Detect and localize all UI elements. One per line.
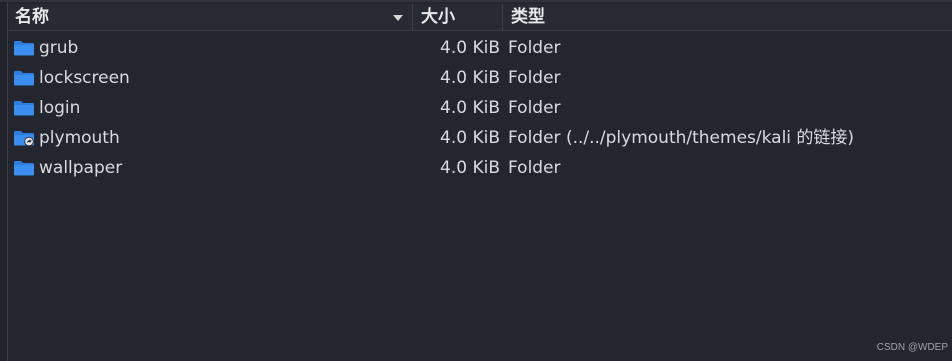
file-row[interactable]: lockscreen 4.0 KiB Folder xyxy=(9,63,952,93)
column-header-type[interactable]: 类型 xyxy=(503,4,952,30)
column-header-name[interactable]: 名称 xyxy=(9,4,413,30)
sort-descending-icon[interactable] xyxy=(393,15,403,21)
file-size: 4.0 KiB xyxy=(440,158,500,178)
file-rows: grub 4.0 KiB Folder lockscreen 4.0 KiB F… xyxy=(9,33,952,183)
left-pane-edge[interactable] xyxy=(0,2,8,361)
file-type: Folder xyxy=(508,38,561,58)
file-size: 4.0 KiB xyxy=(440,68,500,88)
file-row[interactable]: login 4.0 KiB Folder xyxy=(9,93,952,123)
file-name: grub xyxy=(39,38,79,58)
file-size: 4.0 KiB xyxy=(440,98,500,118)
column-header-size-label: 大小 xyxy=(421,7,455,27)
file-name: login xyxy=(39,98,81,118)
folder-link-icon xyxy=(14,131,34,146)
folder-icon xyxy=(14,71,34,86)
file-type: Folder xyxy=(508,68,561,88)
file-name: plymouth xyxy=(39,128,120,148)
file-row[interactable]: grub 4.0 KiB Folder xyxy=(9,33,952,63)
column-header-type-label: 类型 xyxy=(511,7,545,27)
folder-icon xyxy=(14,161,34,176)
column-header: 名称 大小 类型 xyxy=(9,4,952,31)
file-size: 4.0 KiB xyxy=(440,128,500,148)
watermark: CSDN @WDEP xyxy=(876,342,948,353)
file-size: 4.0 KiB xyxy=(440,38,500,58)
folder-icon xyxy=(14,41,34,56)
file-row[interactable]: plymouth 4.0 KiB Folder (../../plymouth/… xyxy=(9,123,952,153)
file-list-view: 名称 大小 类型 grub 4.0 KiB Folder lockscreen … xyxy=(0,0,952,361)
column-header-size[interactable]: 大小 xyxy=(413,4,503,30)
file-type: Folder xyxy=(508,98,561,118)
file-name: wallpaper xyxy=(39,158,123,178)
folder-icon xyxy=(14,101,34,116)
file-name: lockscreen xyxy=(39,68,130,88)
file-type: Folder xyxy=(508,158,561,178)
file-row[interactable]: wallpaper 4.0 KiB Folder xyxy=(9,153,952,183)
file-type: Folder (../../plymouth/themes/kali 的链接) xyxy=(508,128,855,148)
column-header-name-label: 名称 xyxy=(15,7,49,27)
